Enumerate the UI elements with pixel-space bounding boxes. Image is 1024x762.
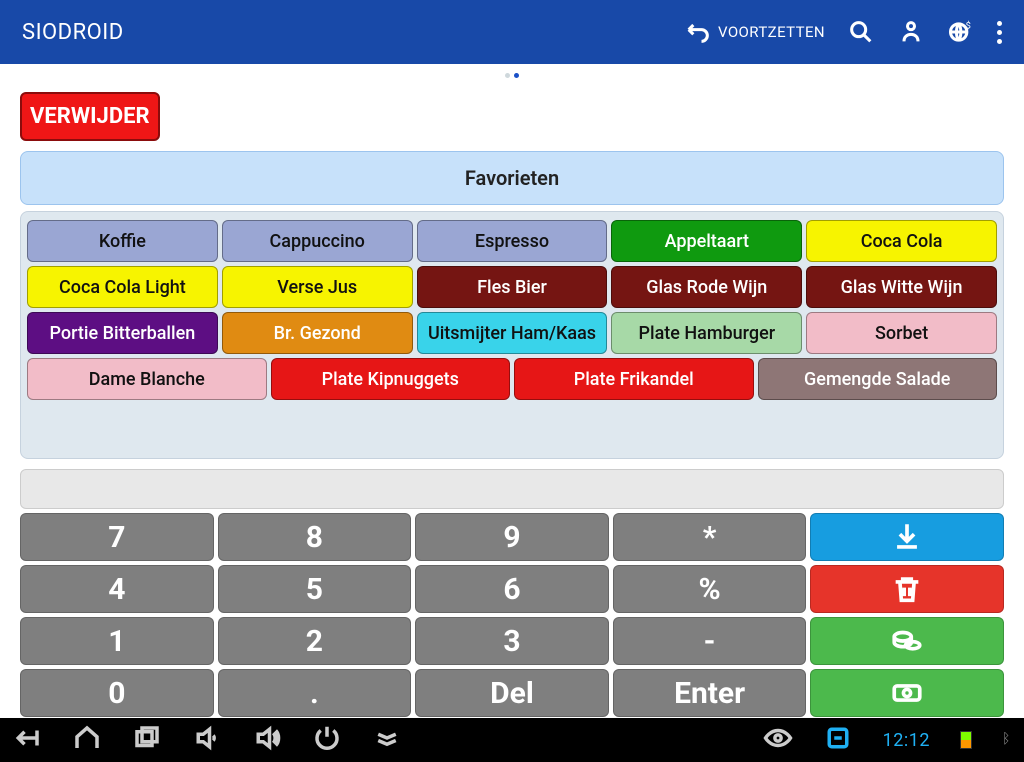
square-icon	[823, 723, 853, 753]
volume-low-icon	[192, 723, 222, 753]
keypad-trash-button[interactable]	[810, 565, 1004, 613]
keypad-8[interactable]: 8	[218, 513, 412, 561]
product-gemengde-salade[interactable]: Gemengde Salade	[758, 358, 998, 400]
product-plate-hamburger[interactable]: Plate Hamburger	[611, 312, 802, 354]
search-icon	[847, 18, 875, 46]
currency-button[interactable]: $	[947, 18, 975, 46]
product-plate-frikandel[interactable]: Plate Frikandel	[514, 358, 754, 400]
status-clock: 12:12	[883, 730, 930, 751]
download-icon	[890, 520, 924, 554]
svg-text:$: $	[966, 21, 971, 32]
eye-icon	[763, 723, 793, 753]
keypad: 7 8 9 * 4 5 6 % 1 2 3 - 0	[10, 513, 1014, 717]
status-battery-icon	[960, 731, 972, 749]
keypad-percent[interactable]: %	[613, 565, 807, 613]
keypad-9[interactable]: 9	[415, 513, 609, 561]
product-espresso[interactable]: Espresso	[417, 220, 608, 262]
globe-currency-icon: $	[947, 18, 975, 46]
keypad-7[interactable]: 7	[20, 513, 214, 561]
product-sorbet[interactable]: Sorbet	[806, 312, 997, 354]
back-icon	[12, 723, 42, 753]
keypad-save-button[interactable]	[810, 513, 1004, 561]
keypad-cash-button[interactable]	[810, 669, 1004, 717]
input-display[interactable]	[20, 469, 1004, 509]
product-coca-cola-light[interactable]: Coca Cola Light	[27, 266, 218, 308]
product-fles-bier[interactable]: Fles Bier	[417, 266, 608, 308]
keypad-5[interactable]: 5	[218, 565, 412, 613]
overflow-menu-button[interactable]	[997, 21, 1002, 44]
nav-home-button[interactable]	[72, 723, 102, 757]
user-icon	[897, 18, 925, 46]
nav-drawer-button[interactable]	[372, 723, 402, 757]
product-portie-bitterballen[interactable]: Portie Bitterballen	[27, 312, 218, 354]
user-button[interactable]	[897, 18, 925, 46]
nav-volume-up-button[interactable]	[252, 723, 282, 757]
search-button[interactable]	[847, 18, 875, 46]
product-dame-blanche[interactable]: Dame Blanche	[27, 358, 267, 400]
keypad-coins-button[interactable]	[810, 617, 1004, 665]
app-bar: SIODROID VOORTZETTEN $	[0, 0, 1024, 64]
keypad-4[interactable]: 4	[20, 565, 214, 613]
delete-button[interactable]: VERWIJDER	[20, 92, 160, 141]
product-glas-rode-wijn[interactable]: Glas Rode Wijn	[611, 266, 802, 308]
product-panel: KoffieCappuccinoEspressoAppeltaartCoca C…	[20, 211, 1004, 459]
nav-back-button[interactable]	[12, 723, 42, 757]
product-koffie[interactable]: Koffie	[27, 220, 218, 262]
status-eye-icon	[763, 723, 793, 757]
product-coca-cola[interactable]: Coca Cola	[806, 220, 997, 262]
continue-label: VOORTZETTEN	[718, 23, 825, 41]
keypad-del[interactable]: Del	[415, 669, 609, 717]
home-icon	[72, 723, 102, 753]
keypad-enter[interactable]: Enter	[613, 669, 807, 717]
keypad-star[interactable]: *	[613, 513, 807, 561]
keypad-0[interactable]: 0	[20, 669, 214, 717]
keypad-6[interactable]: 6	[415, 565, 609, 613]
product-plate-kipnuggets[interactable]: Plate Kipnuggets	[271, 358, 511, 400]
page-indicator	[0, 66, 1024, 84]
product-cappuccino[interactable]: Cappuccino	[222, 220, 413, 262]
product-glas-witte-wijn[interactable]: Glas Witte Wijn	[806, 266, 997, 308]
nav-volume-down-button[interactable]	[192, 723, 222, 757]
product-verse-jus[interactable]: Verse Jus	[222, 266, 413, 308]
nav-power-button[interactable]	[312, 723, 342, 757]
more-vert-icon	[997, 21, 1002, 44]
favorites-header[interactable]: Favorieten	[20, 151, 1004, 205]
product-br-gezond[interactable]: Br. Gezond	[222, 312, 413, 354]
nav-recent-button[interactable]	[132, 723, 162, 757]
chevron-stack-icon	[372, 723, 402, 753]
undo-arrow-icon	[684, 18, 712, 46]
volume-high-icon	[252, 723, 282, 753]
continue-button[interactable]: VOORTZETTEN	[684, 18, 825, 46]
product-uitsmijter-ham-kaas[interactable]: Uitsmijter Ham/Kaas	[417, 312, 608, 354]
status-app-icon	[823, 723, 853, 757]
cash-icon	[890, 676, 924, 710]
app-title: SIODROID	[22, 20, 124, 45]
keypad-3[interactable]: 3	[415, 617, 609, 665]
trash-icon	[890, 572, 924, 606]
android-navbar: 12:12 ᛒ	[0, 718, 1024, 762]
keypad-2[interactable]: 2	[218, 617, 412, 665]
coins-icon	[890, 624, 924, 658]
keypad-dot[interactable]: .	[218, 669, 412, 717]
product-appeltaart[interactable]: Appeltaart	[611, 220, 802, 262]
keypad-minus[interactable]: -	[613, 617, 807, 665]
power-icon	[312, 723, 342, 753]
recent-apps-icon	[132, 723, 162, 753]
keypad-1[interactable]: 1	[20, 617, 214, 665]
status-bluetooth-icon: ᛒ	[1002, 731, 1012, 749]
